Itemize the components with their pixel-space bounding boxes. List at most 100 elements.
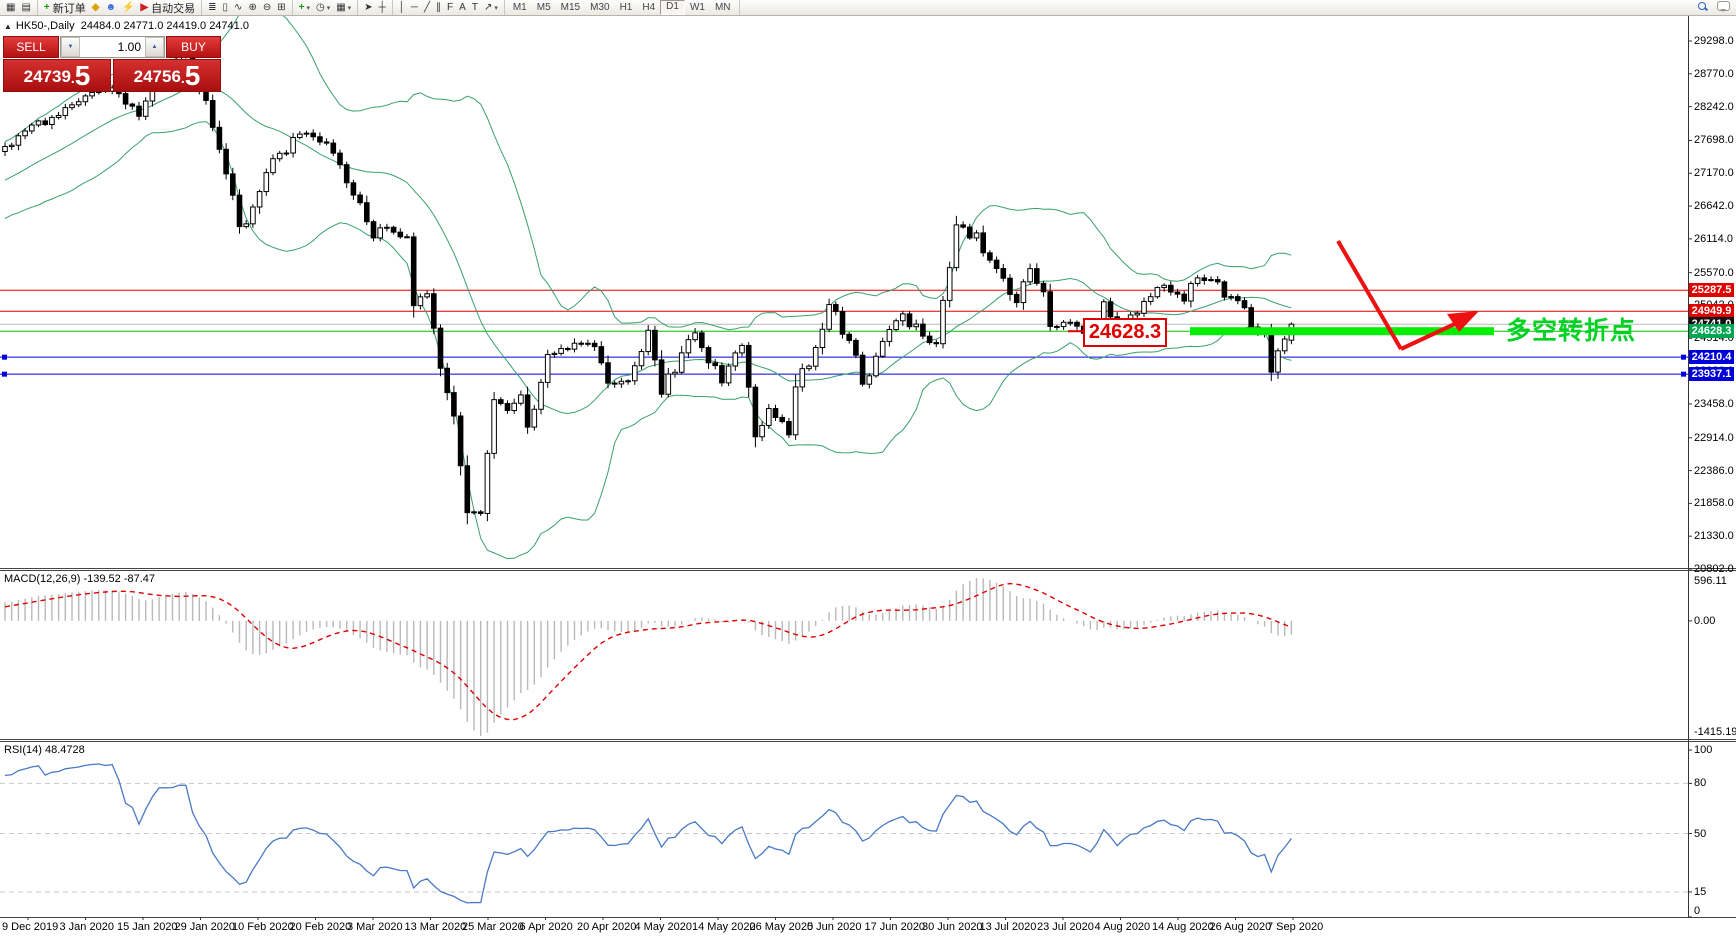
timeframe-button-h4[interactable]: H4 <box>637 1 660 14</box>
buy-price[interactable]: 24756.5 <box>113 59 221 92</box>
templates-button[interactable]: ▦▾ <box>333 1 354 14</box>
trendline-button[interactable]: ╱ <box>421 1 433 14</box>
search-icon[interactable] <box>1698 2 1707 11</box>
candle-body <box>1155 288 1160 297</box>
candle-body <box>244 224 249 227</box>
candle-body <box>304 133 309 134</box>
one-click-panel-toggle[interactable]: ▲ <box>4 22 12 31</box>
indicators-button[interactable]: +▾ <box>296 1 313 14</box>
cursor-button[interactable]: ➤ <box>361 1 375 14</box>
price-level-callout[interactable]: 24628.3 <box>1083 318 1167 347</box>
dropdown-caret-icon: ▾ <box>306 4 310 12</box>
price-tick-label: 23458.0 <box>1694 398 1736 410</box>
vertical-line-icon: │ <box>399 1 405 14</box>
periods-button[interactable]: ◷▾ <box>313 1 333 14</box>
line-handle[interactable] <box>2 372 7 377</box>
price-tick-label: 25570.0 <box>1694 267 1736 279</box>
buy-button[interactable]: BUY <box>166 36 221 58</box>
line-handle[interactable] <box>2 355 7 360</box>
volume-increase-button[interactable]: ▲ <box>145 37 164 57</box>
volume-value[interactable]: 1.00 <box>80 37 145 57</box>
candle-body <box>291 138 296 153</box>
timeframe-button-mn[interactable]: MN <box>710 1 736 14</box>
candle-body <box>1195 278 1200 284</box>
chart-canvas[interactable] <box>0 0 1736 936</box>
line-handle[interactable] <box>1681 372 1686 377</box>
timeframe-button-m5[interactable]: M5 <box>532 1 556 14</box>
channel-button[interactable]: ∥ <box>433 1 444 14</box>
vertical-line-button[interactable]: │ <box>396 1 408 14</box>
candle-body <box>592 343 597 346</box>
autotrading-button[interactable]: ▶自动交易 <box>137 1 198 14</box>
turning-point-note[interactable]: 多空转折点 <box>1506 311 1636 347</box>
candles-chart-button[interactable]: ▯ <box>220 1 232 14</box>
candle-body <box>525 395 530 427</box>
candle-body <box>827 305 832 330</box>
volume-decrease-button[interactable]: ▼ <box>61 37 80 57</box>
fibonacci-icon: F <box>447 1 453 14</box>
arrows-icon: ↗ <box>484 1 492 14</box>
label-button[interactable]: T <box>469 1 481 14</box>
zoom-out-button[interactable]: ⊖ <box>260 1 274 14</box>
chat-icon[interactable] <box>1717 1 1730 11</box>
new-order-button[interactable]: +新订单 <box>41 1 89 14</box>
candle-body <box>458 416 463 466</box>
indicators-icon: + <box>299 1 305 14</box>
ohlc-readout: 24484.0 24771.0 24419.0 24741.0 <box>81 20 249 32</box>
candle-body <box>224 149 229 174</box>
volume-stepper: ▼ 1.00 ▲ <box>60 36 165 58</box>
arrows-button[interactable]: ↗▾ <box>481 1 501 14</box>
candle-body <box>432 294 437 328</box>
community-button[interactable]: ☻ <box>102 1 119 14</box>
candle-body <box>974 233 979 238</box>
candle-body <box>56 115 61 117</box>
candle-body <box>800 369 805 387</box>
candle-body <box>1075 322 1080 326</box>
metaeditor-button[interactable]: ◆ <box>89 1 103 14</box>
candle-body <box>472 512 477 513</box>
autotrading-button-label: 自动交易 <box>151 0 195 16</box>
candle-body <box>947 268 952 301</box>
profiles-button[interactable]: ▤ <box>18 1 33 14</box>
sell-price[interactable]: 24739.5 <box>3 59 111 92</box>
candle-body <box>1055 326 1060 327</box>
zoom-in-button[interactable]: ⊕ <box>245 1 259 14</box>
candle-body <box>867 376 872 384</box>
candle-body <box>505 403 510 410</box>
horizontal-line-button[interactable]: ─ <box>408 1 421 14</box>
price-line-badge: 23937.1 <box>1689 367 1734 381</box>
candle-body <box>813 348 818 367</box>
sell-button[interactable]: SELL <box>3 36 59 58</box>
templates-icon: ▦ <box>336 1 345 14</box>
tile-windows-button[interactable]: ⊞ <box>274 1 288 14</box>
dropdown-caret-icon: ▾ <box>348 4 352 12</box>
timeframe-button-m15[interactable]: M15 <box>556 1 585 14</box>
rebound-arrow-line[interactable] <box>1401 322 1459 349</box>
crosshair-icon: ┼ <box>379 1 386 14</box>
candle-body <box>820 329 825 347</box>
line-handle[interactable] <box>1681 355 1686 360</box>
price-tick-label: 26642.0 <box>1694 200 1736 212</box>
candle-body <box>586 343 591 344</box>
candle-body <box>994 260 999 268</box>
bar-chart-button[interactable]: ≣ <box>205 1 219 14</box>
date-label: 20 Feb 2020 <box>290 921 352 933</box>
signals-button[interactable]: ⚡ <box>119 1 137 14</box>
timeframe-button-d1[interactable]: D1 <box>660 0 685 15</box>
timeframe-button-h1[interactable]: H1 <box>615 1 638 14</box>
fibonacci-button[interactable]: F <box>444 1 456 14</box>
bollinger-middle-band <box>5 86 1291 413</box>
crosshair-button[interactable]: ┼ <box>376 1 389 14</box>
line-chart-button[interactable]: ∿ <box>231 1 245 14</box>
candle-body <box>1249 308 1254 327</box>
candle-body <box>726 366 731 383</box>
text-button[interactable]: A <box>456 1 469 14</box>
candle-body <box>478 512 483 514</box>
candle-body <box>311 133 316 137</box>
timeframe-button-w1[interactable]: W1 <box>685 1 710 14</box>
new-chart-button[interactable]: ▦ <box>3 1 18 14</box>
timeframe-button-m1[interactable]: M1 <box>508 1 532 14</box>
timeframe-button-m30[interactable]: M30 <box>585 1 614 14</box>
candle-body <box>257 192 262 207</box>
candle-body <box>1068 322 1073 323</box>
